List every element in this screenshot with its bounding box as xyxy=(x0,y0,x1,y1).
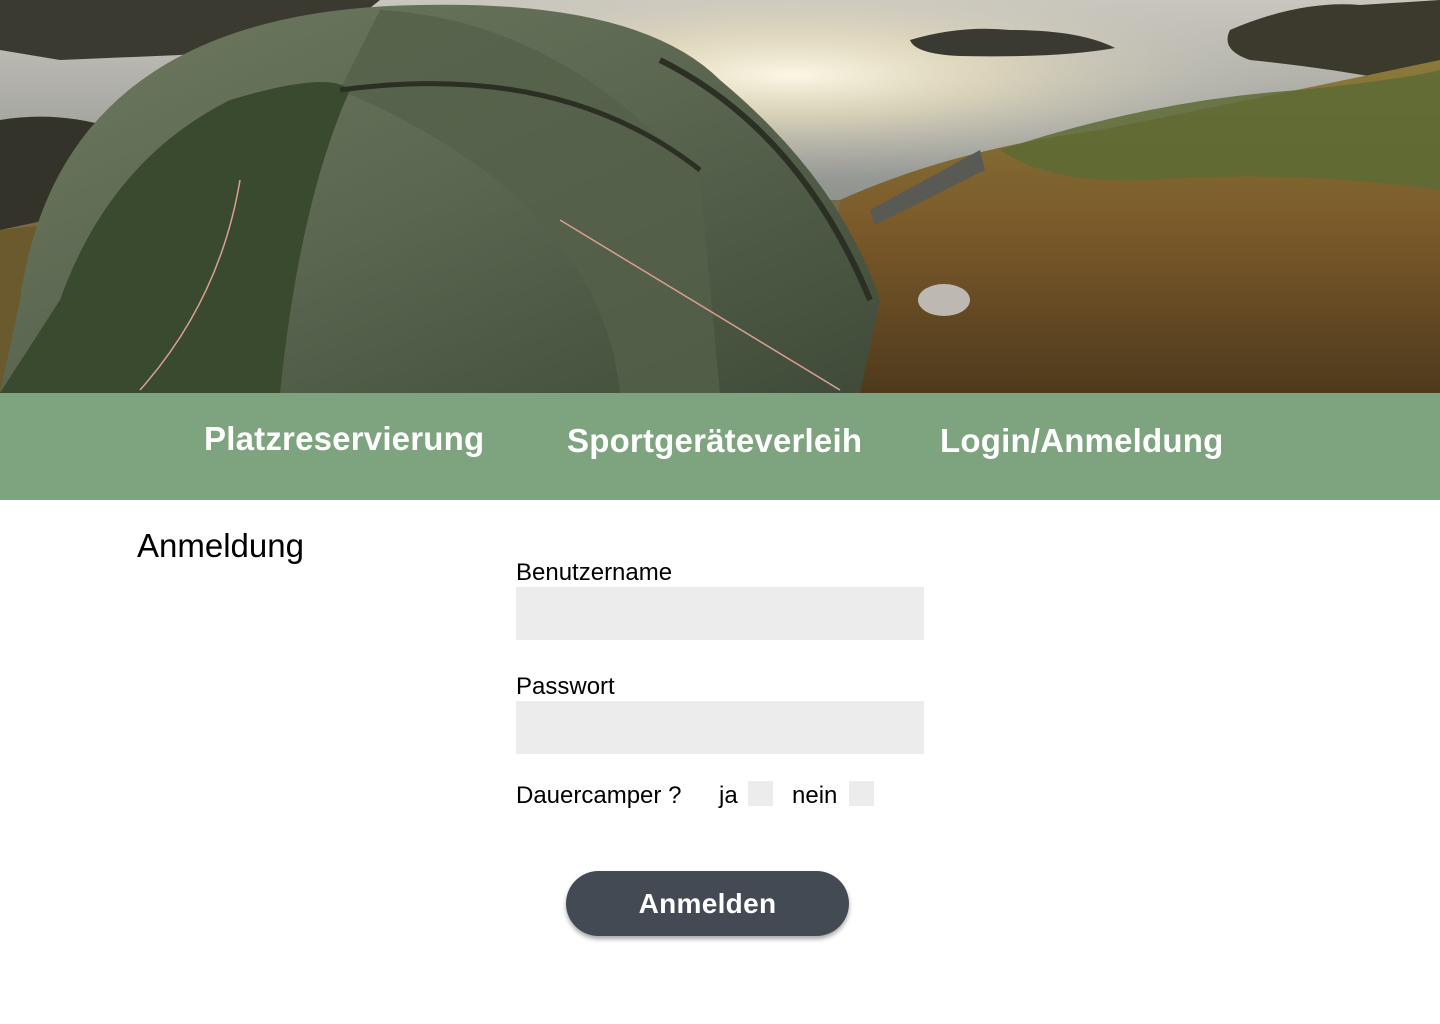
nav-item-login-anmeldung[interactable]: Login/Anmeldung xyxy=(940,422,1223,460)
submit-button[interactable]: Anmelden xyxy=(566,871,849,936)
option-yes-label: ja xyxy=(719,782,738,809)
password-input[interactable] xyxy=(516,701,924,754)
page-title: Anmeldung xyxy=(137,527,304,564)
nav-item-platzreservierung[interactable]: Platzreservierung xyxy=(204,420,484,458)
password-label: Passwort xyxy=(516,673,615,700)
dauercamper-yes-checkbox[interactable] xyxy=(748,781,773,806)
username-input[interactable] xyxy=(516,587,924,640)
username-label: Benutzername xyxy=(516,559,673,586)
dauercamper-no-checkbox[interactable] xyxy=(849,781,874,806)
dauercamper-label: Dauercamper ? xyxy=(516,782,682,809)
hero-image xyxy=(0,0,1440,393)
option-no-label: nein xyxy=(792,782,838,809)
main-navigation: Platzreservierung Sportgeräteverleih Log… xyxy=(0,393,1440,500)
camping-tent-photo xyxy=(0,0,1440,393)
nav-item-sportgeraeteverleih[interactable]: Sportgeräteverleih xyxy=(567,422,862,460)
